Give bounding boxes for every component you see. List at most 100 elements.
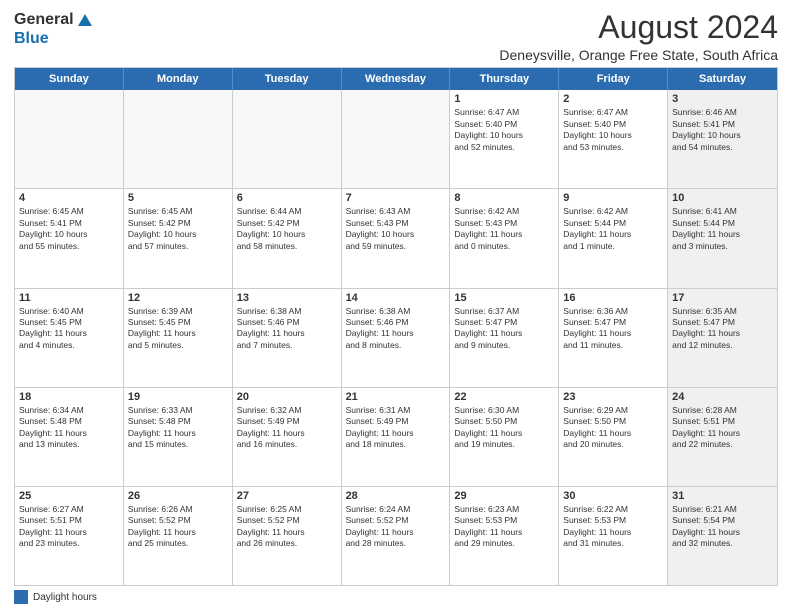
calendar-row: 25Sunrise: 6:27 AM Sunset: 5:51 PM Dayli… — [15, 486, 777, 585]
calendar-cell: 1 Sunrise: 6:47 AM Sunset: 5:40 PM Daylig… — [450, 90, 559, 188]
day-number: 4 — [19, 192, 119, 204]
calendar-cell — [124, 90, 233, 188]
day-info: Sunrise: 6:31 AM Sunset: 5:49 PM Dayligh… — [346, 405, 446, 451]
logo-area: General Blue — [14, 10, 124, 48]
day-number: 23 — [563, 391, 663, 403]
calendar-row: 4 Sunrise: 6:45 AM Sunset: 5:41 PM Daylig… — [15, 188, 777, 287]
day-info: Sunrise: 6:33 AM Sunset: 5:48 PM Dayligh… — [128, 405, 228, 451]
calendar-cell: 5 Sunrise: 6:45 AM Sunset: 5:42 PM Daylig… — [124, 189, 233, 287]
calendar-cell: 26 Sunrise: 6:26 AM Sunset: 5:52 PM Dayli… — [124, 487, 233, 585]
day-info: Sunrise: 6:24 AM Sunset: 5:52 PM Dayligh… — [346, 504, 446, 550]
footer-label: Daylight hours — [33, 592, 97, 603]
calendar-cell: 4 Sunrise: 6:45 AM Sunset: 5:41 PM Daylig… — [15, 189, 124, 287]
day-info: Sunrise: 6:38 AM Sunset: 5:46 PM Dayligh… — [346, 306, 446, 352]
calendar-header-cell: Sunday — [15, 68, 124, 90]
logo-blue: Blue — [14, 30, 94, 48]
day-number: 28 — [346, 490, 446, 502]
calendar-cell: 2 Sunrise: 6:47 AM Sunset: 5:40 PM Daylig… — [559, 90, 668, 188]
day-info: Sunrise: 6:37 AM Sunset: 5:47 PM Dayligh… — [454, 306, 554, 352]
calendar-cell: 31 Sunrise: 6:21 AM Sunset: 5:54 PM Dayli… — [668, 487, 777, 585]
day-info: Sunrise: 6:46 AM Sunset: 5:41 PM Dayligh… — [672, 107, 773, 153]
day-number: 26 — [128, 490, 228, 502]
calendar-cell: 23Sunrise: 6:29 AM Sunset: 5:50 PM Dayli… — [559, 388, 668, 486]
day-number: 16 — [563, 292, 663, 304]
month-title: August 2024 — [124, 10, 778, 45]
calendar-cell — [15, 90, 124, 188]
day-number: 31 — [672, 490, 773, 502]
calendar-cell: 16 Sunrise: 6:36 AM Sunset: 5:47 PM Dayli… — [559, 289, 668, 387]
day-number: 25 — [19, 490, 119, 502]
day-info: Sunrise: 6:47 AM Sunset: 5:40 PM Dayligh… — [563, 107, 663, 153]
calendar-cell: 25Sunrise: 6:27 AM Sunset: 5:51 PM Dayli… — [15, 487, 124, 585]
calendar-cell: 12Sunrise: 6:39 AM Sunset: 5:45 PM Dayli… — [124, 289, 233, 387]
day-number: 17 — [672, 292, 773, 304]
day-info: Sunrise: 6:36 AM Sunset: 5:47 PM Dayligh… — [563, 306, 663, 352]
header: General Blue August 2024 Deneysville, Or… — [14, 10, 778, 63]
calendar-cell: 18Sunrise: 6:34 AM Sunset: 5:48 PM Dayli… — [15, 388, 124, 486]
calendar-row: 1 Sunrise: 6:47 AM Sunset: 5:40 PM Daylig… — [15, 90, 777, 188]
day-number: 19 — [128, 391, 228, 403]
day-info: Sunrise: 6:45 AM Sunset: 5:41 PM Dayligh… — [19, 206, 119, 252]
calendar-header-cell: Thursday — [450, 68, 559, 90]
day-info: Sunrise: 6:47 AM Sunset: 5:40 PM Dayligh… — [454, 107, 554, 153]
day-number: 9 — [563, 192, 663, 204]
logo-icon — [76, 12, 94, 30]
calendar-header-cell: Wednesday — [342, 68, 451, 90]
day-info: Sunrise: 6:41 AM Sunset: 5:44 PM Dayligh… — [672, 206, 773, 252]
calendar-cell: 3 Sunrise: 6:46 AM Sunset: 5:41 PM Daylig… — [668, 90, 777, 188]
calendar-cell: 29 Sunrise: 6:23 AM Sunset: 5:53 PM Dayli… — [450, 487, 559, 585]
calendar-cell: 24Sunrise: 6:28 AM Sunset: 5:51 PM Dayli… — [668, 388, 777, 486]
day-info: Sunrise: 6:23 AM Sunset: 5:53 PM Dayligh… — [454, 504, 554, 550]
calendar-cell: 11 Sunrise: 6:40 AM Sunset: 5:45 PM Dayli… — [15, 289, 124, 387]
calendar-body: 1 Sunrise: 6:47 AM Sunset: 5:40 PM Daylig… — [15, 90, 777, 585]
calendar-header-cell: Monday — [124, 68, 233, 90]
day-info: Sunrise: 6:21 AM Sunset: 5:54 PM Dayligh… — [672, 504, 773, 550]
calendar: SundayMondayTuesdayWednesdayThursdayFrid… — [14, 67, 778, 586]
day-number: 30 — [563, 490, 663, 502]
day-info: Sunrise: 6:44 AM Sunset: 5:42 PM Dayligh… — [237, 206, 337, 252]
title-area: August 2024 Deneysville, Orange Free Sta… — [124, 10, 778, 63]
day-number: 2 — [563, 93, 663, 105]
day-info: Sunrise: 6:22 AM Sunset: 5:53 PM Dayligh… — [563, 504, 663, 550]
day-number: 1 — [454, 93, 554, 105]
calendar-cell: 28 Sunrise: 6:24 AM Sunset: 5:52 PM Dayli… — [342, 487, 451, 585]
day-number: 29 — [454, 490, 554, 502]
calendar-cell: 6 Sunrise: 6:44 AM Sunset: 5:42 PM Daylig… — [233, 189, 342, 287]
day-number: 27 — [237, 490, 337, 502]
calendar-cell: 15 Sunrise: 6:37 AM Sunset: 5:47 PM Dayli… — [450, 289, 559, 387]
day-info: Sunrise: 6:43 AM Sunset: 5:43 PM Dayligh… — [346, 206, 446, 252]
calendar-cell: 7Sunrise: 6:43 AM Sunset: 5:43 PM Daylig… — [342, 189, 451, 287]
day-number: 13 — [237, 292, 337, 304]
day-info: Sunrise: 6:42 AM Sunset: 5:43 PM Dayligh… — [454, 206, 554, 252]
day-info: Sunrise: 6:45 AM Sunset: 5:42 PM Dayligh… — [128, 206, 228, 252]
day-info: Sunrise: 6:40 AM Sunset: 5:45 PM Dayligh… — [19, 306, 119, 352]
calendar-header-cell: Friday — [559, 68, 668, 90]
day-info: Sunrise: 6:26 AM Sunset: 5:52 PM Dayligh… — [128, 504, 228, 550]
day-number: 12 — [128, 292, 228, 304]
day-number: 5 — [128, 192, 228, 204]
calendar-cell: 10Sunrise: 6:41 AM Sunset: 5:44 PM Dayli… — [668, 189, 777, 287]
day-info: Sunrise: 6:32 AM Sunset: 5:49 PM Dayligh… — [237, 405, 337, 451]
day-number: 14 — [346, 292, 446, 304]
day-info: Sunrise: 6:25 AM Sunset: 5:52 PM Dayligh… — [237, 504, 337, 550]
day-info: Sunrise: 6:30 AM Sunset: 5:50 PM Dayligh… — [454, 405, 554, 451]
day-info: Sunrise: 6:34 AM Sunset: 5:48 PM Dayligh… — [19, 405, 119, 451]
day-info: Sunrise: 6:38 AM Sunset: 5:46 PM Dayligh… — [237, 306, 337, 352]
calendar-row: 18Sunrise: 6:34 AM Sunset: 5:48 PM Dayli… — [15, 387, 777, 486]
day-info: Sunrise: 6:28 AM Sunset: 5:51 PM Dayligh… — [672, 405, 773, 451]
calendar-header-cell: Saturday — [668, 68, 777, 90]
day-number: 3 — [672, 93, 773, 105]
day-number: 6 — [237, 192, 337, 204]
day-number: 11 — [19, 292, 119, 304]
subtitle: Deneysville, Orange Free State, South Af… — [124, 47, 778, 63]
day-info: Sunrise: 6:42 AM Sunset: 5:44 PM Dayligh… — [563, 206, 663, 252]
day-number: 15 — [454, 292, 554, 304]
day-number: 20 — [237, 391, 337, 403]
page: General Blue August 2024 Deneysville, Or… — [0, 0, 792, 612]
calendar-header: SundayMondayTuesdayWednesdayThursdayFrid… — [15, 68, 777, 90]
day-number: 8 — [454, 192, 554, 204]
calendar-cell: 17Sunrise: 6:35 AM Sunset: 5:47 PM Dayli… — [668, 289, 777, 387]
calendar-cell: 14 Sunrise: 6:38 AM Sunset: 5:46 PM Dayli… — [342, 289, 451, 387]
day-number: 21 — [346, 391, 446, 403]
calendar-cell: 27 Sunrise: 6:25 AM Sunset: 5:52 PM Dayli… — [233, 487, 342, 585]
